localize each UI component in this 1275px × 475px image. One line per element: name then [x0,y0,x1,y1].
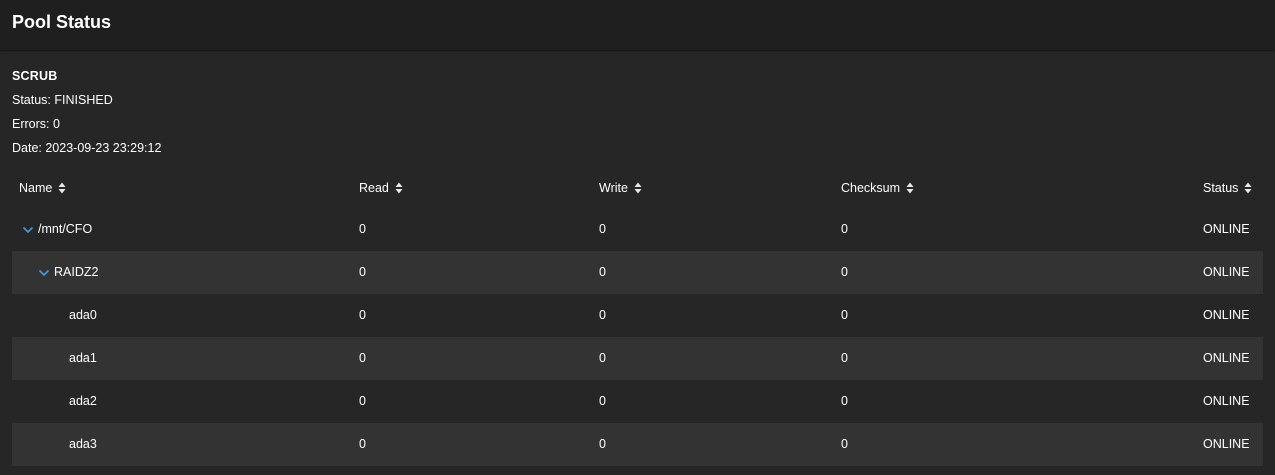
table-row[interactable]: ada0 0 0 0 ONLINE [12,294,1263,337]
sort-icon[interactable] [634,182,642,194]
cell-name: ada2 [19,380,97,423]
table-row[interactable]: ada2 0 0 0 ONLINE [12,380,1263,423]
table-row[interactable]: ada1 0 0 0 ONLINE [12,337,1263,380]
table-row[interactable]: /mnt/CFO 0 0 0 ONLINE [12,208,1263,251]
cell-checksum: 0 [841,394,848,408]
scrub-errors: Errors: 0 [12,117,60,131]
cell-status: ONLINE [1203,351,1250,365]
cell-write: 0 [599,394,606,408]
pool-status-table: Name Read Write Checksum Status /mnt/CFO… [12,168,1263,466]
scrub-info: SCRUB Status: FINISHED Errors: 0 Date: 2… [12,64,161,160]
cell-checksum: 0 [841,437,848,451]
cell-name: ada1 [19,337,97,380]
column-label: Write [599,181,628,195]
cell-read: 0 [359,351,366,365]
column-header-name[interactable]: Name [19,168,66,208]
sort-icon[interactable] [395,182,403,194]
cell-status: ONLINE [1203,222,1250,236]
cell-name: ada0 [19,294,97,337]
cell-status: ONLINE [1203,437,1250,451]
column-label: Checksum [841,181,901,195]
cell-checksum: 0 [841,351,848,365]
row-name: ada1 [69,351,97,365]
column-header-read[interactable]: Read [359,168,403,208]
scrub-heading: SCRUB [12,69,58,83]
scrub-date: Date: 2023-09-23 23:29:12 [12,141,162,155]
row-name: RAIDZ2 [54,265,99,279]
page-title: Pool Status [12,11,112,32]
cell-status: ONLINE [1203,265,1250,279]
cell-write: 0 [599,222,606,236]
row-name: ada3 [69,437,97,451]
cell-write: 0 [599,351,606,365]
row-name: ada2 [69,394,97,408]
sort-icon[interactable] [906,182,914,194]
cell-checksum: 0 [841,222,848,236]
sort-icon[interactable] [1244,182,1252,194]
table-header: Name Read Write Checksum Status [12,168,1263,208]
cell-name: ada3 [19,423,97,466]
row-name: /mnt/CFO [38,222,93,236]
scrub-status: Status: FINISHED [12,93,113,107]
pool-status-page: Pool Status SCRUB Status: FINISHED Error… [0,0,1275,475]
chevron-down-icon[interactable] [38,269,50,277]
cell-read: 0 [359,308,366,322]
cell-read: 0 [359,265,366,279]
cell-read: 0 [359,222,366,236]
cell-write: 0 [599,437,606,451]
cell-write: 0 [599,265,606,279]
column-header-write[interactable]: Write [599,168,642,208]
cell-read: 0 [359,394,366,408]
chevron-down-icon[interactable] [22,226,34,234]
cell-write: 0 [599,308,606,322]
column-header-status[interactable]: Status [1203,168,1252,208]
cell-checksum: 0 [841,308,848,322]
column-label: Name [19,181,53,195]
cell-name: /mnt/CFO [19,208,92,251]
column-label: Read [359,181,389,195]
cell-status: ONLINE [1203,308,1250,322]
page-header: Pool Status [0,0,1275,50]
table-body: /mnt/CFO 0 0 0 ONLINE RAIDZ2 0 0 0 ONLINE ada0 0 0 0 O… [12,208,1263,466]
row-name: ada0 [69,308,97,322]
cell-read: 0 [359,437,366,451]
table-row[interactable]: ada3 0 0 0 ONLINE [12,423,1263,466]
column-header-checksum[interactable]: Checksum [841,168,914,208]
cell-status: ONLINE [1203,394,1250,408]
cell-name: RAIDZ2 [19,251,98,294]
sort-icon[interactable] [58,182,66,194]
table-row[interactable]: RAIDZ2 0 0 0 ONLINE [12,251,1263,294]
column-label: Status [1203,181,1239,195]
cell-checksum: 0 [841,265,848,279]
